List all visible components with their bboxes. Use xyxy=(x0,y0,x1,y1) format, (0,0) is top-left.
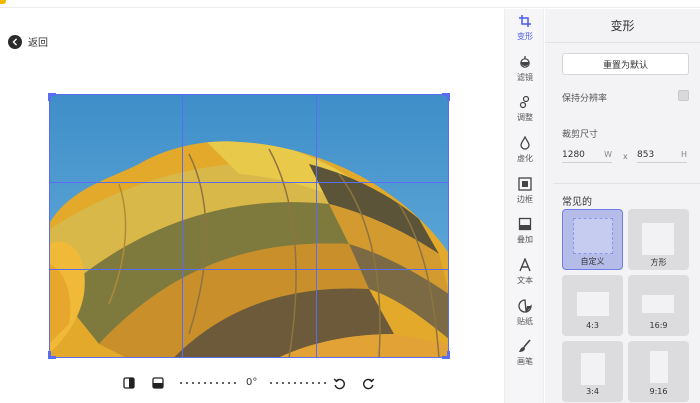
tool-brush[interactable]: 画笔 xyxy=(505,336,545,374)
back-button[interactable]: 返回 xyxy=(8,34,48,49)
top-bar xyxy=(0,0,700,8)
tool-label: 虚化 xyxy=(517,154,533,163)
tool-label: 调整 xyxy=(517,113,533,122)
preset-shape xyxy=(577,292,609,316)
rotate-right-button[interactable] xyxy=(361,376,375,390)
preset-label: 3:4 xyxy=(586,387,599,396)
preset-shape xyxy=(642,295,674,313)
rotate-left-icon xyxy=(333,378,345,389)
tool-blur[interactable]: 虚化 xyxy=(505,133,545,171)
crop-grid-line xyxy=(316,95,317,357)
crop-handle-bottom-right[interactable] xyxy=(442,351,450,359)
preset-label: 9:16 xyxy=(649,387,668,396)
panel-title: 变形 xyxy=(610,19,635,33)
preset-shape xyxy=(642,223,674,255)
rotation-angle-readout: 0° xyxy=(246,377,258,388)
crop-grid-line xyxy=(50,269,448,270)
height-unit: H xyxy=(680,150,687,159)
tool-label: 文本 xyxy=(517,276,533,285)
crop-handle-top-right[interactable] xyxy=(442,93,450,101)
width-field[interactable]: 1280 W xyxy=(562,147,612,163)
tool-label: 贴纸 xyxy=(517,317,533,326)
adjust-icon xyxy=(517,94,533,110)
logo-icon xyxy=(0,0,6,4)
rotate-right-icon xyxy=(362,378,374,389)
tool-label: 边框 xyxy=(517,195,533,204)
tool-crop[interactable]: 变形 xyxy=(505,11,545,49)
flip-horizontal-icon xyxy=(123,377,135,389)
brush-icon xyxy=(517,338,533,354)
sticker-icon xyxy=(517,298,533,314)
flip-horizontal-button[interactable] xyxy=(122,376,136,390)
crop-grid-line xyxy=(182,95,183,357)
height-field[interactable]: 853 H xyxy=(637,147,687,163)
preset-4-3[interactable]: 4:3 xyxy=(562,275,623,336)
preset-shape xyxy=(581,353,605,385)
tool-label: 变形 xyxy=(517,32,533,41)
flip-vertical-icon xyxy=(152,377,164,389)
tool-label: 画笔 xyxy=(517,357,533,366)
preset-3-4[interactable]: 3:4 xyxy=(562,341,623,402)
divider xyxy=(553,183,700,184)
crop-grid-line xyxy=(50,182,448,183)
preset-label: 16:9 xyxy=(649,321,668,330)
rotate-left-button[interactable] xyxy=(332,376,346,390)
crop-frame[interactable] xyxy=(48,93,450,359)
height-value: 853 xyxy=(637,149,655,160)
tool-overlay[interactable]: 叠加 xyxy=(505,214,545,252)
tool-rail: 变形 滤镜 调整 虚化 边框 叠加 文本 贴纸 画笔 xyxy=(504,9,544,403)
tool-text[interactable]: 文本 xyxy=(505,255,545,293)
flip-vertical-button[interactable] xyxy=(151,376,165,390)
preset-label: 自定义 xyxy=(580,257,605,266)
preset-label: 方形 xyxy=(650,258,667,267)
common-presets-label: 常见的 xyxy=(562,197,592,208)
crop-size-label: 裁剪尺寸 xyxy=(562,130,599,140)
divider xyxy=(545,42,700,43)
tool-adjust[interactable]: 调整 xyxy=(505,92,545,130)
tool-sticker[interactable]: 贴纸 xyxy=(505,296,545,334)
keep-resolution-label: 保持分辨率 xyxy=(562,94,608,104)
tool-label: 叠加 xyxy=(517,235,533,244)
crop-handle-bottom-left[interactable] xyxy=(48,351,56,359)
text-icon xyxy=(517,257,533,273)
crop-handle-top-left[interactable] xyxy=(48,93,56,101)
width-unit: W xyxy=(604,150,612,159)
preset-shape xyxy=(573,218,613,254)
rotation-slider-left[interactable] xyxy=(178,382,238,384)
tool-label: 滤镜 xyxy=(517,73,533,82)
tool-frame[interactable]: 边框 xyxy=(505,174,545,212)
transform-toolbar: 0° xyxy=(0,370,504,396)
back-label: 返回 xyxy=(28,38,48,49)
preset-square[interactable]: 方形 xyxy=(628,209,689,270)
chevron-left-icon xyxy=(8,34,22,49)
width-value: 1280 xyxy=(562,149,585,160)
blur-icon xyxy=(517,135,533,151)
transform-panel: 变形 重置为默认 保持分辨率 裁剪尺寸 1280 W x 853 H 常见的 自… xyxy=(545,9,700,403)
keep-resolution-checkbox[interactable] xyxy=(678,90,689,101)
preset-shape xyxy=(650,351,668,383)
rotation-slider-right[interactable] xyxy=(268,382,328,384)
tool-filter[interactable]: 滤镜 xyxy=(505,52,545,90)
filter-icon xyxy=(517,54,533,70)
preset-9-16[interactable]: 9:16 xyxy=(628,341,689,402)
reset-to-default-button[interactable]: 重置为默认 xyxy=(562,53,689,75)
preset-16-9[interactable]: 16:9 xyxy=(628,275,689,336)
preset-label: 4:3 xyxy=(586,321,599,330)
frame-icon xyxy=(517,176,533,192)
crop-icon xyxy=(517,13,533,29)
overlay-icon xyxy=(517,216,533,232)
preset-custom[interactable]: 自定义 xyxy=(562,209,623,270)
times-symbol: x xyxy=(623,152,628,161)
